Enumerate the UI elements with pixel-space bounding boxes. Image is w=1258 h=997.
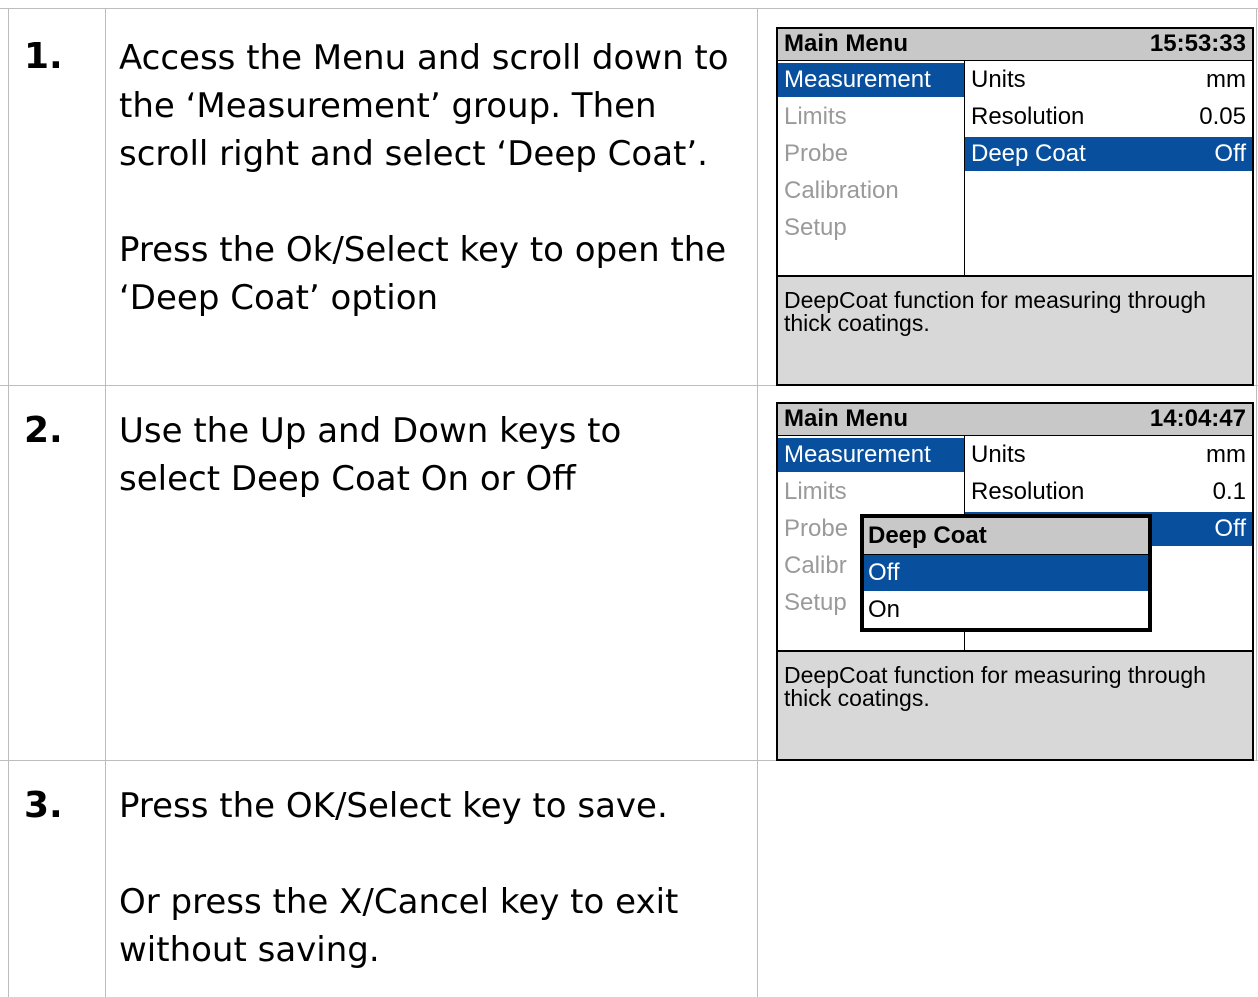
step-number: 3. [24,785,63,826]
setting-name: Units [971,66,1026,93]
step-paragraph: Access the Menu and scroll down to the ‘… [119,38,729,174]
popup-option-off[interactable]: Off [864,555,1148,591]
setting-row-resolution[interactable]: Resolution 0.05 [965,100,1252,134]
screen-title: Main Menu [784,30,908,57]
table-right-border [1256,8,1257,760]
step-paragraph: Press the OK/Select key to save. [119,786,668,826]
step-number: 1. [24,36,63,77]
step-number: 2. [24,410,63,451]
setting-row-units[interactable]: Units mm [965,63,1252,97]
screen-clock: 15:53:33 [1149,30,1246,57]
device-screen-main-menu: Main Menu 15:53:33 Measurement Limits Pr… [776,27,1254,386]
menu-item-measurement[interactable]: Measurement [778,63,964,97]
menu-item-setup[interactable]: Setup [784,211,847,245]
column-divider-1 [105,8,106,997]
option-label: Off [868,559,900,586]
help-description: DeepCoat function for measuring through … [784,662,1206,711]
screen-title: Main Menu [784,405,908,432]
setting-name: Units [971,441,1026,468]
deep-coat-popup: Deep Coat Off On [860,514,1152,632]
screen-header: Main Menu 15:53:33 [778,29,1252,61]
menu-item-limits[interactable]: Limits [784,100,847,134]
help-description: DeepCoat function for measuring through … [784,287,1206,336]
step-paragraph: Use the Up and Down keys to select Deep … [119,411,622,499]
setting-value: mm [1206,441,1246,468]
menu-item-calibration[interactable]: Calibration [784,174,899,208]
menu-item-probe[interactable]: Probe [784,512,848,546]
screen-header: Main Menu 14:04:47 [778,404,1252,436]
help-footer: DeepCoat function for measuring through … [778,275,1252,384]
settings-list: Units mm Resolution 0.05 Deep Coat Off [965,61,1252,275]
device-screen-deep-coat-popup: Main Menu 14:04:47 Measurement Limits Pr… [776,402,1254,761]
menu-group-list: Measurement Limits Probe Calibration Set… [778,61,964,275]
table-left-border [8,8,9,997]
step-instructions: Press the OK/Select key to save. Or pres… [119,782,749,974]
option-label: On [868,596,901,623]
step-instructions: Access the Menu and scroll down to the ‘… [119,34,749,322]
step-instructions: Use the Up and Down keys to select Deep … [119,407,719,503]
step-paragraph: Press the Ok/Select key to open the ‘Dee… [119,230,727,318]
popup-option-on[interactable]: On [864,592,1148,628]
setting-value: Off [1214,140,1246,167]
setting-name: Deep Coat [971,140,1086,167]
setting-name: Resolution [971,103,1085,130]
help-footer: DeepCoat function for measuring through … [778,650,1252,759]
menu-item-calibration[interactable]: Calibr [784,549,847,583]
setting-value: mm [1206,66,1246,93]
popup-header: Deep Coat [864,518,1148,555]
column-divider-2 [757,8,758,997]
menu-item-setup[interactable]: Setup [784,586,847,620]
setting-value: 0.05 [1199,103,1246,130]
step-paragraph: Or press the X/Cancel key to exit withou… [119,882,679,970]
setting-value: Off [1214,515,1246,542]
setting-row-units[interactable]: Units mm [965,438,1252,472]
screen-clock: 14:04:47 [1149,405,1246,432]
menu-item-limits[interactable]: Limits [784,475,847,509]
setting-row-resolution[interactable]: Resolution 0.1 [965,475,1252,509]
table-top-border [0,8,1258,9]
setting-row-deep-coat[interactable]: Deep Coat Off [965,137,1252,171]
popup-title: Deep Coat [868,522,987,549]
menu-item-measurement[interactable]: Measurement [778,438,964,472]
setting-value: 0.1 [1212,478,1246,505]
menu-item-probe[interactable]: Probe [784,137,848,171]
setting-name: Resolution [971,478,1085,505]
